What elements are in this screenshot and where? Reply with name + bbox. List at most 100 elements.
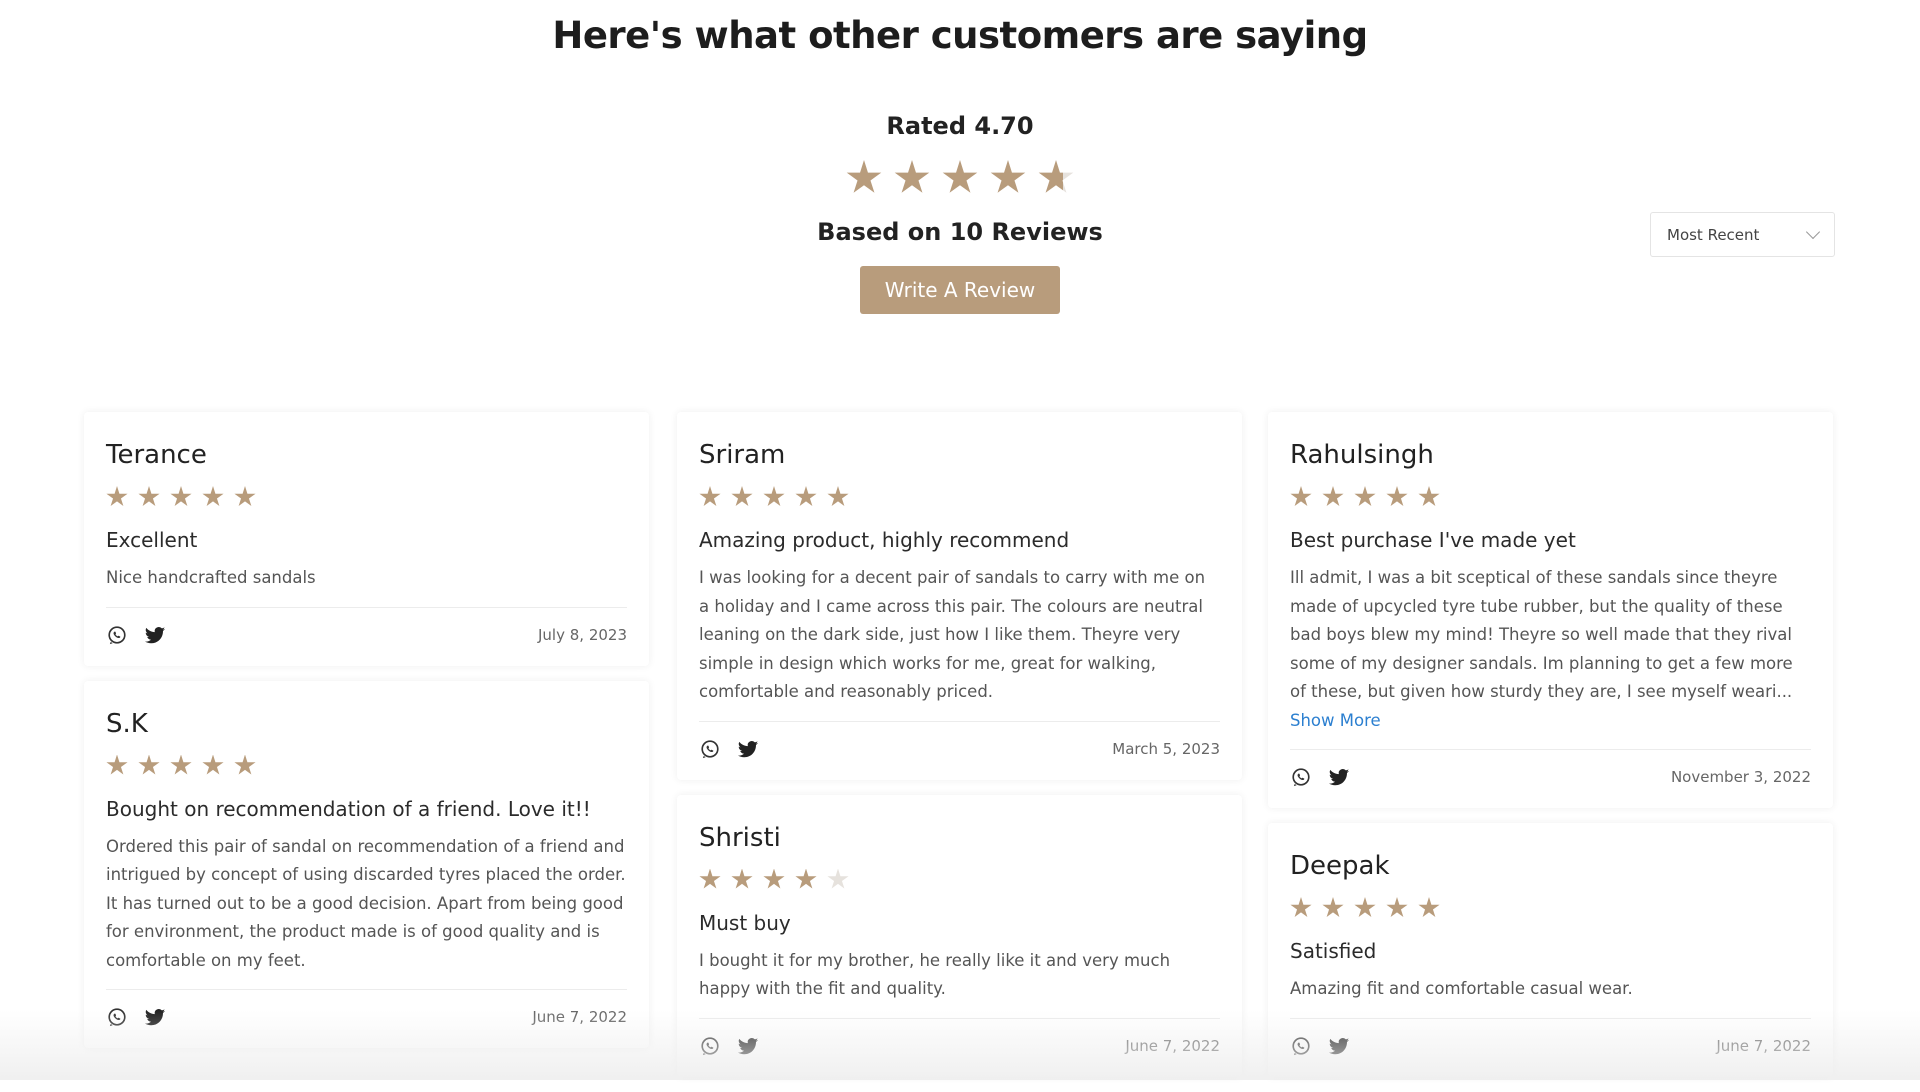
star-icon [170,486,192,507]
reviewer-name: Rahulsingh [1290,440,1434,470]
twitter-icon[interactable] [1328,766,1350,788]
star-icon [202,486,224,507]
review-body: I bought it for my brother, he really li… [699,947,1220,1004]
star-icon [763,486,785,507]
star-icon [846,160,882,193]
star-icon [170,754,192,775]
review-date: June 7, 2022 [532,1008,627,1026]
review-body-text: I was looking for a decent pair of sanda… [699,568,1206,701]
review-column-3: Rahulsingh Best purchase I've made yet Ill… [1268,412,1833,1092]
rating-summary: Rated 4.70 Based on 10 Reviews Write A R… [0,112,1920,314]
review-footer: March 5, 2023 [699,720,1220,760]
share-icons [1290,1035,1350,1057]
star-icon [1322,897,1344,918]
star-icon [234,486,256,507]
whatsapp-icon[interactable] [699,738,721,760]
review-card: Deepak Satisfied Amazing fit and comfortab… [1268,823,1833,1077]
star-icon [1290,486,1312,507]
star-icon [827,868,849,889]
twitter-icon[interactable] [1328,1035,1350,1057]
chevron-down-icon [1805,224,1821,240]
share-icons [106,1006,166,1028]
review-body-text: I bought it for my brother, he really li… [699,950,1171,999]
star-icon [1322,486,1344,507]
star-icon [763,868,785,889]
star-icon [1290,897,1312,918]
star-icon [1386,897,1408,918]
share-icons [1290,766,1350,788]
star-icon [731,868,753,889]
review-card: Rahulsingh Best purchase I've made yet Ill… [1268,412,1833,808]
review-footer: June 7, 2022 [106,989,627,1028]
twitter-icon[interactable] [737,738,759,760]
review-title: Excellent [106,528,198,552]
star-icon [138,754,160,775]
review-date: July 8, 2023 [538,625,627,644]
review-rating-stars [699,868,1220,891]
review-date: March 5, 2023 [1112,739,1220,758]
reviewer-name: Shristi [699,822,781,853]
reviewer-name: Deepak [1290,851,1390,881]
review-body: Nice handcrafted sandals [106,564,627,593]
write-review-button[interactable]: Write A Review [860,266,1060,314]
review-card: S.K Bought on recommendation of a friend.… [84,680,649,1048]
review-title: Amazing product, highly recommend [699,528,1070,552]
share-icons [699,1035,759,1057]
average-rating-label: Rated 4.70 [886,112,1034,140]
twitter-icon[interactable] [144,1006,166,1028]
show-more-link[interactable]: Show More [1290,711,1381,730]
star-icon [827,486,849,507]
review-card: Shristi Must buy I bought it for my brothe… [677,794,1242,1077]
review-rating-stars [1290,897,1811,919]
star-icon [894,160,930,193]
review-column-1: Terance Excellent Nice handcrafted sandals… [84,412,649,1063]
review-rating-stars [106,486,627,508]
average-rating-stars [0,160,1920,196]
review-body: Amazing fit and comfortable casual wear. [1290,975,1811,1004]
review-title: Bought on recommendation of a friend. Lo… [106,796,591,821]
review-body-text: Ordered this pair of sandal on recommend… [106,836,626,970]
review-date: November 3, 2022 [1670,768,1811,786]
star-icon [699,486,721,507]
review-date: June 7, 2022 [1716,1036,1811,1055]
review-footer: July 8, 2023 [106,606,627,646]
review-footer: November 3, 2022 [1290,749,1811,788]
star-icon [138,486,160,507]
reviewer-name: Terance [106,440,207,470]
star-icon [990,160,1026,193]
reviewer-name: Sriram [699,440,786,470]
share-icons [699,738,759,760]
star-icon [1418,486,1440,507]
star-icon [1354,486,1376,507]
whatsapp-icon[interactable] [1290,766,1312,788]
review-body: Ill admit, I was a bit sceptical of thes… [1290,564,1811,735]
star-icon [942,160,978,193]
star-icon [795,486,817,507]
review-column-2: Sriram Amazing product, highly recommend I… [677,412,1242,1092]
review-rating-stars [106,754,627,777]
whatsapp-icon[interactable] [106,624,128,646]
twitter-icon[interactable] [737,1035,759,1057]
share-icons [106,624,166,646]
review-title: Best purchase I've made yet [1290,528,1576,552]
review-rating-stars [699,486,1220,508]
review-date: June 7, 2022 [1125,1036,1220,1055]
whatsapp-icon[interactable] [1290,1035,1312,1057]
star-icon [731,486,753,507]
star-icon [106,754,128,775]
star-icon [795,868,817,889]
sort-dropdown[interactable]: Most Recent [1650,212,1835,257]
star-icon [202,754,224,775]
review-footer: June 7, 2022 [699,1017,1220,1057]
twitter-icon[interactable] [144,624,166,646]
page-title: Here's what other customers are saying [552,14,1368,57]
star-icon [1038,160,1074,193]
review-footer: June 7, 2022 [1290,1017,1811,1057]
review-body: Ordered this pair of sandal on recommend… [106,833,627,976]
star-icon [1418,897,1440,918]
review-card: Terance Excellent Nice handcrafted sandals… [84,412,649,666]
whatsapp-icon[interactable] [106,1006,128,1028]
reviews-page: Here's what other customers are saying R… [0,0,1920,1080]
whatsapp-icon[interactable] [699,1035,721,1057]
review-body-text: Nice handcrafted sandals [106,568,316,587]
